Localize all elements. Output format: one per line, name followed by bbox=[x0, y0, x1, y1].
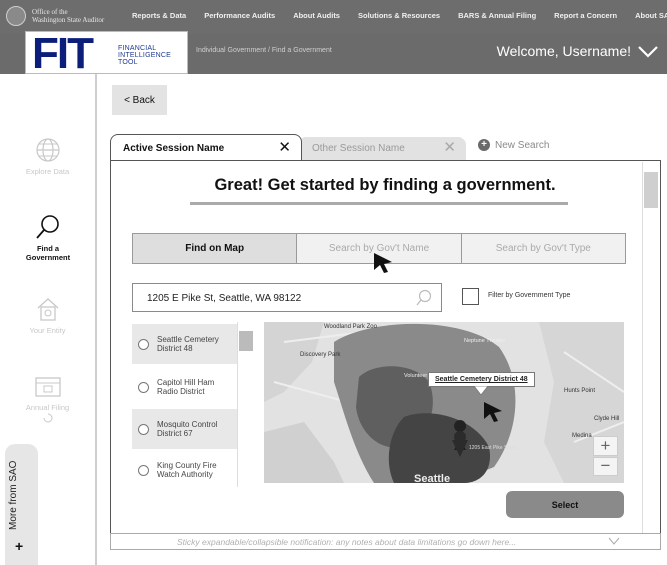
map-callout-label[interactable]: Seattle Cemetery District 48 bbox=[428, 372, 535, 387]
close-icon[interactable]: ✕ bbox=[443, 138, 456, 156]
callout-pointer bbox=[474, 386, 488, 395]
list-item-label: Seattle Cemetery District 48 bbox=[157, 335, 219, 353]
more-from-sao-label: More from SAO bbox=[8, 460, 19, 530]
filter-label: Filter by Government Type bbox=[488, 292, 571, 299]
sidebar-item-your-entity[interactable]: Your Entity bbox=[0, 296, 95, 335]
sidebar-item-explore-data[interactable]: Explore Data bbox=[0, 137, 95, 176]
list-item[interactable]: King County Fire Watch Authority bbox=[132, 450, 237, 487]
list-item-label: Capitol Hill Ham Radio District bbox=[157, 378, 215, 396]
menu-item-reports[interactable]: Reports & Data bbox=[132, 11, 186, 20]
magnifier-icon bbox=[35, 215, 59, 239]
map-label-medina: Medina bbox=[572, 433, 592, 439]
radio-button[interactable] bbox=[138, 338, 149, 350]
zoom-in-button[interactable]: + bbox=[593, 436, 618, 456]
address-value: 1205 E Pike St, Seattle, WA 98122 bbox=[147, 293, 302, 304]
zoom-out-button[interactable]: − bbox=[593, 457, 618, 476]
map-label-address: 1205 East Pike Street bbox=[469, 445, 518, 451]
logo-subtitle: FINANCIAL INTELLIGENCE TOOL bbox=[118, 45, 171, 66]
tab-search-by-type[interactable]: Search by Gov't Type bbox=[461, 234, 625, 263]
sidebar-item-label: Your Entity bbox=[29, 326, 66, 335]
plus-icon[interactable]: + bbox=[15, 538, 23, 554]
home-icon bbox=[37, 298, 58, 321]
radio-button[interactable] bbox=[138, 464, 149, 476]
globe-icon bbox=[35, 138, 60, 162]
map-label-seattle: Seattle bbox=[414, 473, 450, 483]
title-underline bbox=[190, 202, 568, 205]
chevron-down-icon[interactable] bbox=[637, 41, 659, 63]
plus-circle-icon: + bbox=[478, 139, 490, 151]
tab-label: Other Session Name bbox=[312, 143, 405, 154]
map-label-clyde-hill: Clyde Hill bbox=[594, 416, 619, 422]
mouse-cursor-icon bbox=[374, 253, 392, 273]
list-item-label: Mosquito Control District 67 bbox=[157, 420, 218, 438]
welcome-text: Welcome, Username! bbox=[496, 43, 631, 59]
address-search-input[interactable]: 1205 E Pike St, Seattle, WA 98122 bbox=[132, 283, 442, 312]
map-view[interactable]: Woodland Park Zoo Discovery Park Neptune… bbox=[264, 322, 624, 483]
back-button[interactable]: < Back bbox=[112, 85, 167, 115]
menu-item-report-concern[interactable]: Report a Concern bbox=[554, 11, 617, 20]
map-label-hunts-point: Hunts Point bbox=[564, 388, 595, 394]
panel-scrollbar[interactable] bbox=[642, 162, 660, 534]
logo-mark: FIT bbox=[32, 29, 94, 78]
sticky-note-text: Sticky expandable/collapsible notificati… bbox=[177, 537, 517, 547]
tab-active-session[interactable]: Active Session Name ✕ bbox=[110, 134, 302, 161]
logo-sub-line2: INTELLIGENCE bbox=[118, 52, 171, 59]
tab-find-on-map[interactable]: Find on Map bbox=[133, 234, 298, 263]
close-icon[interactable]: ✕ bbox=[278, 138, 291, 156]
radio-button[interactable] bbox=[138, 381, 149, 393]
map-label-neptune: Neptune Theatre bbox=[464, 338, 505, 344]
sticky-notification[interactable]: Sticky expandable/collapsible notificati… bbox=[110, 533, 661, 550]
new-search-label: New Search bbox=[495, 139, 550, 151]
org-name-line2: Washington State Auditor bbox=[32, 16, 105, 24]
results-list: Seattle Cemetery District 48 Capitol Hil… bbox=[132, 322, 254, 487]
menu-item-solutions[interactable]: Solutions & Resources bbox=[358, 11, 440, 20]
org-brand[interactable]: Office of the Washington State Auditor bbox=[6, 6, 104, 26]
select-button[interactable]: Select bbox=[506, 491, 624, 518]
breadcrumb[interactable]: Individual Government / Find a Governmen… bbox=[196, 47, 332, 54]
sidebar-item-label: Annual Filing bbox=[25, 403, 70, 412]
org-name: Office of the Washington State Auditor bbox=[32, 8, 104, 24]
panel-scroll-thumb[interactable] bbox=[644, 172, 658, 208]
list-item[interactable]: Seattle Cemetery District 48 bbox=[132, 324, 237, 364]
state-seal-icon bbox=[6, 6, 26, 26]
refresh-icon bbox=[43, 413, 52, 423]
map-label-zoo: Woodland Park Zoo bbox=[324, 324, 378, 330]
map-label-discovery: Discovery Park bbox=[300, 352, 341, 358]
logo-sub-line3: TOOL bbox=[118, 59, 138, 66]
sidebar-item-label: Find a Government bbox=[25, 244, 71, 262]
sidebar-item-find-government[interactable]: Find a Government bbox=[0, 214, 95, 262]
radio-button[interactable] bbox=[138, 423, 149, 435]
search-icon[interactable] bbox=[415, 289, 433, 307]
filter-checkbox[interactable] bbox=[462, 288, 479, 305]
list-item-label: King County Fire Watch Authority bbox=[157, 461, 217, 479]
tab-label: Active Session Name bbox=[123, 143, 225, 154]
map-canvas[interactable]: Woodland Park Zoo Discovery Park Neptune… bbox=[264, 322, 624, 483]
sidebar-item-annual-filing[interactable]: Annual Filing bbox=[0, 375, 95, 423]
filing-icon bbox=[34, 377, 61, 397]
menu-item-bars[interactable]: BARS & Annual Filing bbox=[458, 11, 536, 20]
top-nav: Office of the Washington State Auditor R… bbox=[0, 0, 667, 34]
chevron-down-icon[interactable] bbox=[608, 536, 620, 546]
page-title: Great! Get started by finding a governme… bbox=[214, 176, 556, 194]
main-menu: Reports & Data Performance Audits About … bbox=[132, 11, 667, 20]
menu-item-performance-audits[interactable]: Performance Audits bbox=[204, 11, 275, 20]
logo-sub-line1: FINANCIAL bbox=[118, 45, 157, 52]
menu-item-about-sao[interactable]: About SAO bbox=[635, 11, 667, 20]
list-scroll-thumb[interactable] bbox=[239, 331, 253, 351]
list-item[interactable]: Mosquito Control District 67 bbox=[132, 409, 237, 449]
menu-item-about-audits[interactable]: About Audits bbox=[293, 11, 340, 20]
fit-logo[interactable]: FIT FINANCIAL INTELLIGENCE TOOL bbox=[25, 29, 188, 78]
tab-other-session[interactable]: Other Session Name ✕ bbox=[298, 137, 466, 161]
sidebar-item-label: Explore Data bbox=[25, 167, 70, 176]
list-item[interactable]: Capitol Hill Ham Radio District bbox=[132, 367, 237, 407]
mouse-cursor-icon bbox=[484, 402, 502, 422]
org-name-line1: Office of the bbox=[32, 8, 68, 16]
new-search-button[interactable]: + New Search bbox=[478, 139, 549, 151]
